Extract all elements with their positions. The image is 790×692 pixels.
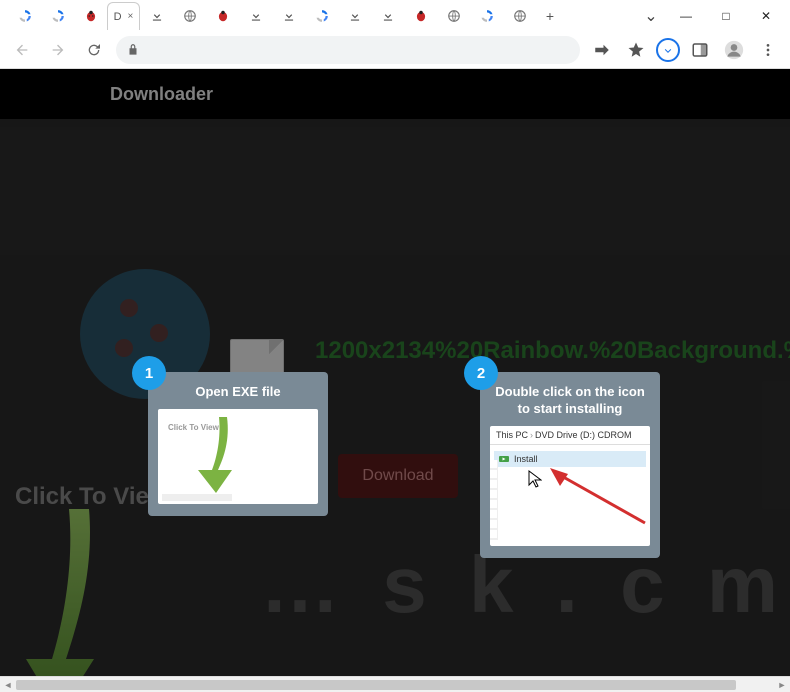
step-badge-1: 1 [132,356,166,390]
page-header: Downloader [0,69,790,119]
tab-16[interactable] [503,2,536,30]
arrow-right-icon [50,42,66,58]
recaptcha-icon [18,9,32,23]
window-chrome: D × + ⌄ — □ ✕ [0,0,790,69]
window-controls: ⌄ — □ ✕ [636,1,790,31]
ruler-icon [490,460,498,540]
tab-11[interactable] [338,2,371,30]
title-bar: D × + ⌄ — □ ✕ [0,0,790,32]
tab-2[interactable] [41,2,74,30]
person-icon [724,40,744,60]
modal-overlay[interactable] [0,119,790,676]
download-arrow-icon [662,44,674,56]
tab-close-icon[interactable]: × [128,11,134,22]
reload-button[interactable] [80,36,108,64]
tab-8[interactable] [239,2,272,30]
profile-button[interactable] [720,36,748,64]
breadcrumb-drive: DVD Drive (D:) CDROM [535,430,632,440]
arrow-left-icon [14,42,30,58]
instruction-card-1: 1 Open EXE file Click To View [148,372,328,516]
tab-strip: D × + [0,0,636,32]
globe-icon [183,9,197,23]
download-icon [381,9,395,23]
new-tab-button[interactable]: + [536,2,564,30]
installer-icon [498,453,510,465]
close-window-button[interactable]: ✕ [746,1,786,31]
toolbar-actions [588,36,782,64]
page-content: Downloader 1200x2134%20Rainbow.%20Backgr… [0,69,790,676]
scroll-track[interactable] [16,680,774,690]
scroll-thumb[interactable] [16,680,736,690]
recaptcha-icon [315,9,329,23]
tab-10[interactable] [305,2,338,30]
minimize-button[interactable]: — [666,1,706,31]
tab-title: D [114,11,122,23]
page-body: 1200x2134%20Rainbow.%20Background.% Down… [0,119,790,676]
download-icon [249,9,263,23]
share-icon [593,41,611,59]
download-icon [150,9,164,23]
recaptcha-icon [51,9,65,23]
card-2-thumbnail: This PC›DVD Drive (D:) CDROM Install [490,426,650,546]
scroll-left-icon[interactable]: ◄ [0,680,16,690]
tab-7[interactable] [206,2,239,30]
instruction-card-2: 2 Double click on the icon to start inst… [480,372,660,558]
page-title: Downloader [110,84,213,105]
ladybug-icon [84,9,98,23]
tab-3[interactable] [74,2,107,30]
star-icon [627,41,645,59]
small-green-arrow-icon [194,415,244,495]
cursor-icon [528,470,542,488]
download-icon [282,9,296,23]
red-arrow-icon [550,468,650,528]
downloads-button[interactable] [656,38,680,62]
install-label: Install [514,454,538,464]
panel-icon [691,41,709,59]
browser-toolbar [0,32,790,68]
globe-icon [447,9,461,23]
card-1-thumbnail: Click To View [158,409,318,504]
tab-14[interactable] [437,2,470,30]
back-button[interactable] [8,36,36,64]
kebab-icon [760,42,776,58]
bookmark-button[interactable] [622,36,650,64]
ladybug-icon [216,9,230,23]
reload-icon [86,42,102,58]
tab-13[interactable] [404,2,437,30]
tabs-dropdown-icon[interactable]: ⌄ [636,1,666,31]
install-row: Install [494,451,646,467]
explorer-breadcrumb: This PC›DVD Drive (D:) CDROM [490,426,650,445]
address-bar[interactable] [116,36,580,64]
tab-12[interactable] [371,2,404,30]
globe-icon [513,9,527,23]
forward-button[interactable] [44,36,72,64]
download-icon [348,9,362,23]
ladybug-icon [414,9,428,23]
share-button[interactable] [588,36,616,64]
tab-6[interactable] [173,2,206,30]
card-2-title: Double click on the icon to start instal… [480,372,660,426]
scroll-right-icon[interactable]: ► [774,680,790,690]
breadcrumb-thispc: This PC [496,430,528,440]
card-1-title: Open EXE file [148,372,328,409]
lock-icon [126,43,140,57]
recaptcha-icon [480,9,494,23]
tab-9[interactable] [272,2,305,30]
tab-4-active[interactable]: D × [107,2,140,30]
tab-1[interactable] [8,2,41,30]
tab-15[interactable] [470,2,503,30]
thumb-bar [162,494,232,501]
menu-button[interactable] [754,36,782,64]
tab-5[interactable] [140,2,173,30]
maximize-button[interactable]: □ [706,1,746,31]
step-badge-2: 2 [464,356,498,390]
horizontal-scrollbar[interactable]: ◄ ► [0,676,790,692]
panel-button[interactable] [686,36,714,64]
